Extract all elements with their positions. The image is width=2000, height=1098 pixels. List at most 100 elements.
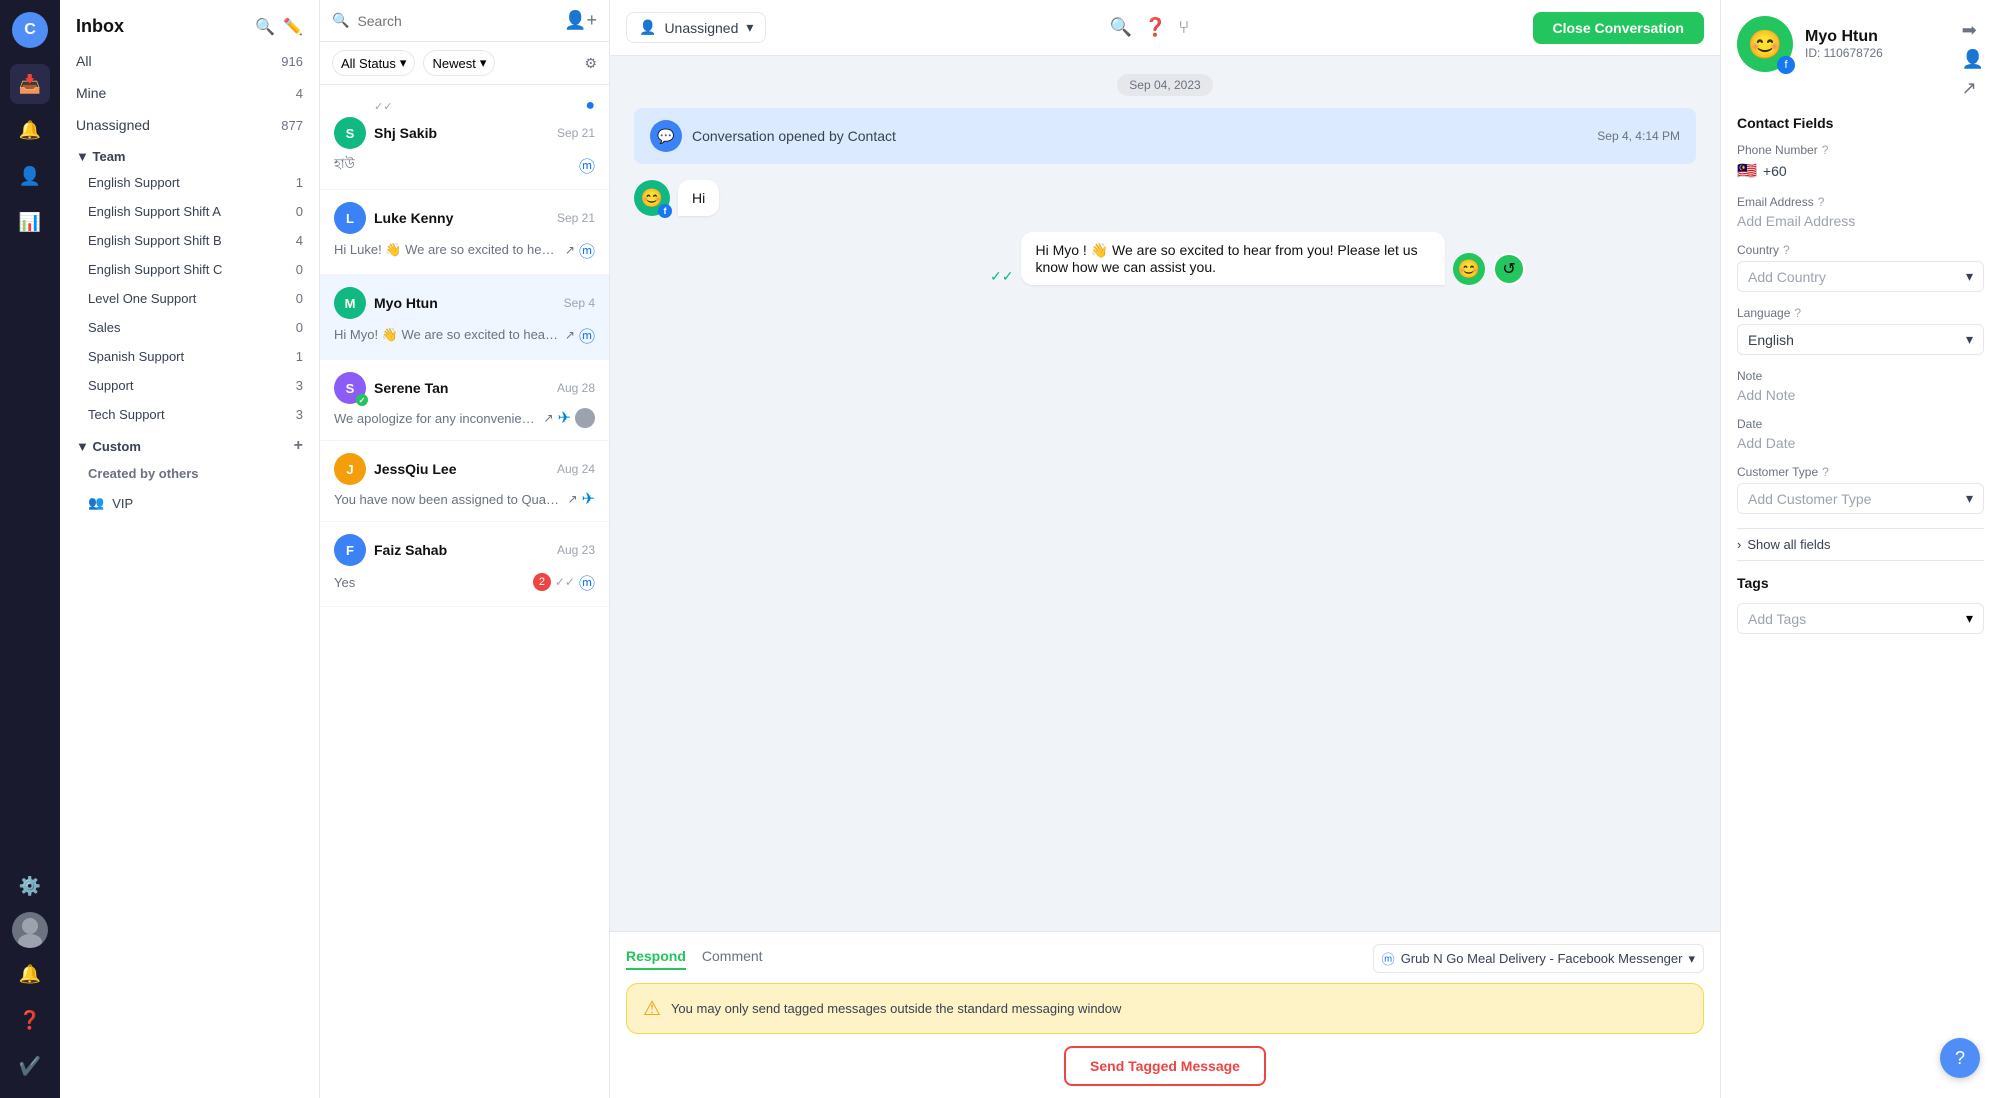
system-message-text: Conversation opened by Contact bbox=[692, 128, 896, 144]
navigate-icon[interactable]: ➡ bbox=[1962, 20, 1984, 41]
chat-footer: Respond Comment ⓜ Grub N Go Meal Deliver… bbox=[610, 931, 1720, 1098]
sidebar-item-unassigned[interactable]: Unassigned 877 bbox=[60, 109, 319, 141]
email-help-icon[interactable]: ? bbox=[1818, 195, 1825, 209]
nav-item-inbox[interactable]: 📥 bbox=[10, 64, 50, 104]
search-icon[interactable]: 🔍 bbox=[1110, 17, 1132, 38]
compose-icon[interactable]: ✏️ bbox=[283, 17, 303, 37]
search-icon: 🔍 bbox=[332, 12, 349, 29]
country-selector[interactable]: Add Country ▾ bbox=[1737, 261, 1984, 292]
team-label: ▼ Team bbox=[76, 149, 125, 164]
contact-header-row: 😊 f Myo Htun ID: 110678726 ➡ 👤 ↗ bbox=[1737, 16, 1984, 99]
conversation-item[interactable]: J JessQiu Lee Aug 24 You have now been a… bbox=[320, 441, 609, 522]
channel-name: Grub N Go Meal Delivery - Facebook Messe… bbox=[1401, 951, 1683, 966]
filter-sort-button[interactable]: Newest ▾ bbox=[423, 50, 495, 76]
conv-date: Aug 28 bbox=[557, 381, 595, 395]
sidebar-item-spanish-support[interactable]: Spanish Support 1 bbox=[60, 342, 319, 371]
conv-sender-name: Luke Kenny bbox=[374, 210, 453, 226]
conv-preview-icons: ↗ ✈ bbox=[544, 408, 595, 428]
english-support-label: English Support bbox=[88, 175, 180, 190]
send-tagged-message-button[interactable]: Send Tagged Message bbox=[1064, 1046, 1266, 1086]
app-logo[interactable]: C bbox=[12, 12, 48, 48]
tab-comment[interactable]: Comment bbox=[702, 948, 763, 970]
contact-info: Myo Htun ID: 110678726 bbox=[1805, 28, 1883, 60]
conv-sender-name: Myo Htun bbox=[374, 295, 438, 311]
country-help-icon[interactable]: ? bbox=[1783, 243, 1790, 257]
show-all-fields-button[interactable]: › Show all fields bbox=[1737, 528, 1984, 561]
team-section-header[interactable]: ▼ Team bbox=[60, 141, 319, 168]
chevron-down-icon: ▾ bbox=[1688, 951, 1695, 967]
help-circle-icon[interactable]: ❓ bbox=[1144, 17, 1166, 38]
add-custom-icon[interactable]: + bbox=[294, 437, 303, 455]
filter-status-button[interactable]: All Status ▾ bbox=[332, 50, 415, 76]
chevron-down-icon: ▾ bbox=[400, 55, 407, 71]
nav-item-check[interactable]: ✔️ bbox=[10, 1046, 50, 1086]
date-placeholder[interactable]: Add Date bbox=[1737, 435, 1984, 451]
sidebar-item-english-support[interactable]: English Support 1 bbox=[60, 168, 319, 197]
conversation-items: ✓✓ ● S Shj Sakib Sep 21 হাউ ⓜ L bbox=[320, 85, 609, 1098]
help-button[interactable]: ? bbox=[1940, 1038, 1980, 1078]
sidebar-item-all[interactable]: All 916 bbox=[60, 45, 319, 77]
conv-sender: M Myo Htun bbox=[334, 287, 438, 319]
created-by-others-label: Created by others bbox=[60, 459, 319, 488]
sidebar-item-mine[interactable]: Mine 4 bbox=[60, 77, 319, 109]
sidebar-item-english-support-shift-b[interactable]: English Support Shift B 4 bbox=[60, 226, 319, 255]
sidebar-item-english-support-shift-c[interactable]: English Support Shift C 0 bbox=[60, 255, 319, 284]
conversation-search: 🔍 👤+ bbox=[320, 0, 609, 42]
email-placeholder[interactable]: Add Email Address bbox=[1737, 213, 1984, 229]
filter-icon[interactable]: ⚙ bbox=[584, 55, 597, 72]
sidebar-item-english-support-shift-a[interactable]: English Support Shift A 0 bbox=[60, 197, 319, 226]
person-icon: 👤 bbox=[639, 19, 656, 36]
user-avatar[interactable] bbox=[12, 912, 48, 948]
phone-help-icon[interactable]: ? bbox=[1822, 143, 1829, 157]
share-icon[interactable]: ↗ bbox=[1962, 78, 1984, 99]
language-help-icon[interactable]: ? bbox=[1794, 306, 1801, 320]
search-input[interactable] bbox=[357, 13, 556, 29]
conversation-item[interactable]: ✓✓ ● S Shj Sakib Sep 21 হাউ ⓜ bbox=[320, 85, 609, 190]
sidebar-item-level-one-support[interactable]: Level One Support 0 bbox=[60, 284, 319, 313]
conversation-item[interactable]: F Faiz Sahab Aug 23 Yes 2 ✓✓ ⓜ bbox=[320, 522, 609, 607]
add-conversation-icon[interactable]: 👤+ bbox=[564, 10, 597, 31]
person-circle-icon[interactable]: 👤 bbox=[1962, 49, 1984, 70]
nav-item-reports[interactable]: 📊 bbox=[10, 202, 50, 242]
conversation-item-active[interactable]: M Myo Htun Sep 4 Hi Myo! 👋 We are so exc… bbox=[320, 275, 609, 360]
message-text: Hi Myo ! 👋 We are so excited to hear fro… bbox=[1035, 242, 1417, 275]
language-selector[interactable]: English ▾ bbox=[1737, 324, 1984, 355]
customer-type-field-row: Customer Type ? Add Customer Type ▾ bbox=[1737, 465, 1984, 514]
sidebar-item-vip[interactable]: 👥 VIP bbox=[60, 488, 319, 518]
nav-item-settings[interactable]: ⚙️ bbox=[10, 866, 50, 906]
conv-sender-name: JessQiu Lee bbox=[374, 461, 457, 477]
contact-fields-label: Contact Fields bbox=[1737, 115, 1984, 131]
unread-count-badge: 2 bbox=[533, 573, 551, 591]
phone-field-row: Phone Number ? 🇲🇾 +60 bbox=[1737, 143, 1984, 181]
left-navigation: C 📥 🔔 👤 📊 ⚙️ 🔔 ❓ ✔️ bbox=[0, 0, 60, 1098]
channel-selector[interactable]: ⓜ Grub N Go Meal Delivery - Facebook Mes… bbox=[1373, 944, 1704, 973]
nav-item-help[interactable]: ❓ bbox=[10, 1000, 50, 1040]
nav-item-mentions[interactable]: 🔔 bbox=[10, 110, 50, 150]
sidebar-item-sales[interactable]: Sales 0 bbox=[60, 313, 319, 342]
conv-preview: Yes 2 ✓✓ ⓜ bbox=[334, 570, 595, 594]
custom-section-header[interactable]: ▼ Custom + bbox=[60, 429, 319, 459]
nav-item-notifications[interactable]: 🔔 bbox=[10, 954, 50, 994]
arrow-icon: ↗ bbox=[568, 492, 578, 506]
search-icon[interactable]: 🔍 bbox=[255, 17, 275, 37]
close-conversation-button[interactable]: Close Conversation bbox=[1533, 12, 1704, 44]
customer-type-help-icon[interactable]: ? bbox=[1822, 465, 1829, 479]
english-support-shift-c-count: 0 bbox=[296, 262, 303, 277]
customer-type-selector[interactable]: Add Customer Type ▾ bbox=[1737, 483, 1984, 514]
conv-preview-text: Hi Luke! 👋 We are so excited to hear fro… bbox=[334, 242, 561, 258]
conv-sender-name: Faiz Sahab bbox=[374, 542, 447, 558]
tags-selector[interactable]: Add Tags ▾ bbox=[1737, 603, 1984, 634]
tab-respond[interactable]: Respond bbox=[626, 948, 686, 970]
sidebar-item-support[interactable]: Support 3 bbox=[60, 371, 319, 400]
conversation-item[interactable]: S ✓ Serene Tan Aug 28 We apologize for a… bbox=[320, 360, 609, 441]
sidebar-item-tech-support[interactable]: Tech Support 3 bbox=[60, 400, 319, 429]
nav-item-contacts[interactable]: 👤 bbox=[10, 156, 50, 196]
merge-icon[interactable]: ⑂ bbox=[1178, 17, 1189, 38]
conv-sender: L Luke Kenny bbox=[334, 202, 453, 234]
chevron-right-icon: › bbox=[1737, 537, 1741, 552]
contact-avatar: 😊 f bbox=[1737, 16, 1793, 72]
assignee-selector[interactable]: 👤 Unassigned ▾ bbox=[626, 12, 766, 43]
note-placeholder[interactable]: Add Note bbox=[1737, 387, 1984, 403]
date-label: Sep 04, 2023 bbox=[1117, 74, 1212, 96]
conversation-item[interactable]: L Luke Kenny Sep 21 Hi Luke! 👋 We are so… bbox=[320, 190, 609, 275]
